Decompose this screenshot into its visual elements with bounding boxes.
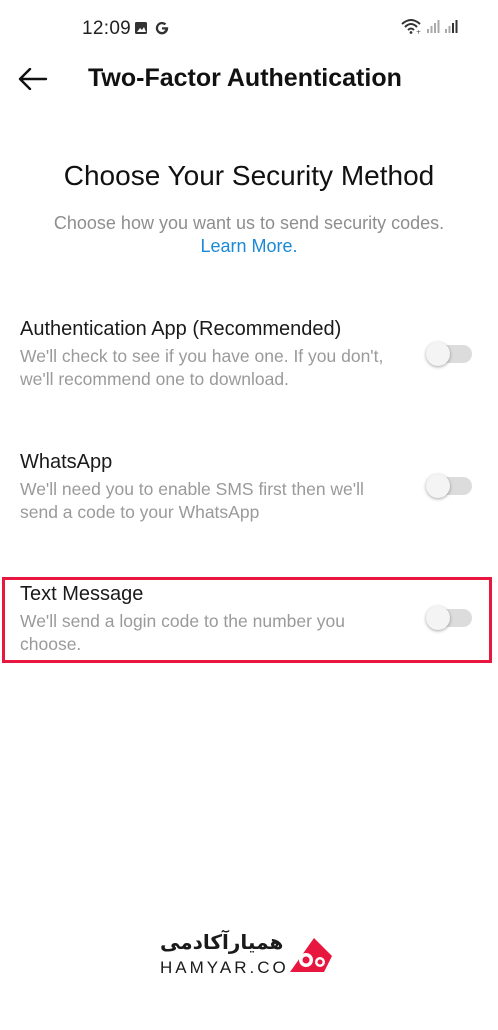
gallery-icon bbox=[134, 21, 148, 40]
option-description: We'll need you to enable SMS first then … bbox=[20, 479, 364, 522]
text-message-toggle[interactable] bbox=[426, 606, 472, 630]
section-subtitle: Choose how you want us to send security … bbox=[30, 212, 468, 258]
screen: 12:09 + Two-Factor Authentication Choose… bbox=[0, 0, 498, 1030]
signal-icon bbox=[426, 18, 440, 39]
svg-text:+: + bbox=[416, 29, 421, 34]
hamyar-logo-icon bbox=[284, 932, 336, 983]
watermark-name-en: HAMYAR.CO bbox=[160, 958, 289, 977]
whatsapp-toggle[interactable] bbox=[426, 474, 472, 498]
wifi-icon: + bbox=[400, 18, 422, 39]
signal-icon bbox=[444, 18, 458, 39]
watermark-name-fa: همیارآکادمی bbox=[160, 932, 284, 954]
page-title: Two-Factor Authentication bbox=[88, 64, 402, 92]
option-whatsapp[interactable]: WhatsApp We'll need you to enable SMS fi… bbox=[0, 451, 498, 531]
option-title: WhatsApp bbox=[20, 451, 113, 473]
option-title: Authentication App (Recommended) bbox=[20, 318, 342, 340]
status-time: 12:09 bbox=[82, 18, 132, 39]
toggle-knob bbox=[426, 474, 450, 498]
status-right-icons: + bbox=[400, 18, 458, 39]
arrow-left-icon bbox=[18, 67, 48, 95]
option-authentication-app[interactable]: Authentication App (Recommended) We'll c… bbox=[0, 318, 498, 398]
option-title: Text Message bbox=[20, 583, 144, 605]
learn-more-link[interactable]: Learn More. bbox=[200, 236, 297, 256]
watermark: همیارآکادمی HAMYAR.CO bbox=[158, 928, 338, 988]
subtitle-text: Choose how you want us to send security … bbox=[53, 213, 445, 233]
toggle-knob bbox=[426, 606, 450, 630]
option-description: We'll check to see if you have one. If y… bbox=[20, 346, 384, 389]
google-icon bbox=[154, 20, 170, 41]
toggle-knob bbox=[426, 342, 450, 366]
option-description: We'll send a login code to the number yo… bbox=[20, 611, 346, 654]
back-button[interactable] bbox=[16, 66, 50, 96]
status-left-icons bbox=[134, 20, 170, 41]
status-bar: 12:09 + bbox=[0, 0, 498, 58]
authentication-app-toggle[interactable] bbox=[426, 342, 472, 366]
app-header: Two-Factor Authentication bbox=[0, 58, 498, 104]
option-text-message[interactable]: Text Message We'll send a login code to … bbox=[0, 583, 498, 655]
section-title: Choose Your Security Method bbox=[63, 160, 435, 191]
